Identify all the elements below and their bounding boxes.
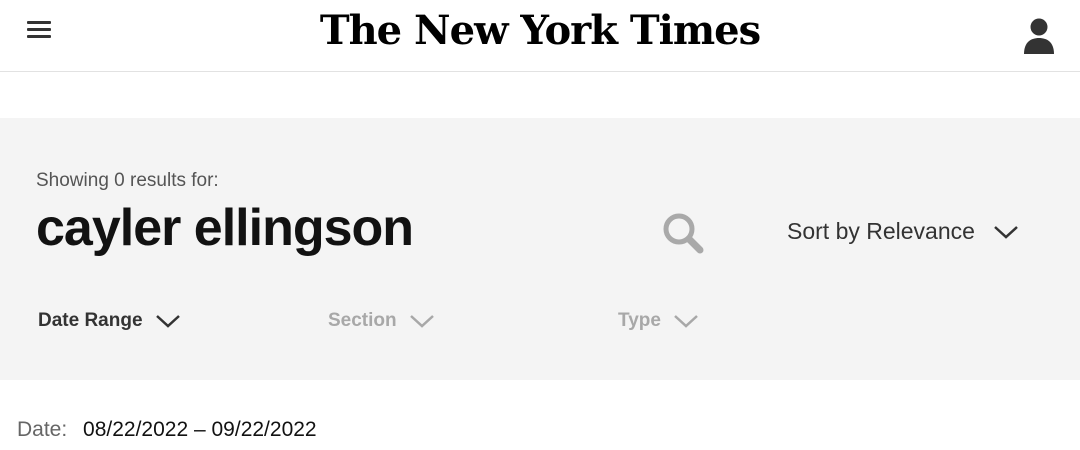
date-label: Date: xyxy=(17,418,68,441)
results-count-text: Showing 0 results for: xyxy=(36,170,219,191)
search-panel: Showing 0 results for: cayler ellingson … xyxy=(0,118,1080,380)
date-range-filter[interactable]: Date Range xyxy=(38,310,181,332)
sort-label: Sort by Relevance xyxy=(787,218,975,244)
date-value: 08/22/2022 – 09/22/2022 xyxy=(83,418,317,441)
section-filter[interactable]: Section xyxy=(328,310,435,332)
chevron-down-icon xyxy=(994,225,1018,239)
sort-dropdown[interactable]: Sort by Relevance xyxy=(787,218,1019,245)
section-label: Section xyxy=(328,310,397,331)
type-filter[interactable]: Type xyxy=(618,310,699,332)
site-header: The New York Times xyxy=(0,0,1080,72)
user-account-icon[interactable] xyxy=(1022,16,1056,56)
date-filter-summary: Date: 08/22/2022 – 09/22/2022 xyxy=(17,418,317,442)
site-logo[interactable]: The New York Times xyxy=(0,6,1080,56)
search-query-input[interactable]: cayler ellingson xyxy=(36,198,414,258)
date-range-label: Date Range xyxy=(38,310,143,331)
type-label: Type xyxy=(618,310,661,331)
chevron-down-icon xyxy=(674,315,698,328)
magnifier-icon[interactable] xyxy=(660,210,706,256)
chevron-down-icon xyxy=(409,315,434,328)
chevron-down-icon xyxy=(155,315,180,328)
